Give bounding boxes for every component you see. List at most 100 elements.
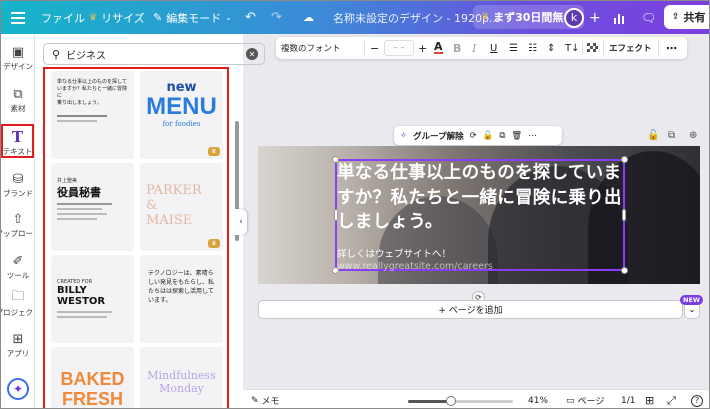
lock-icon[interactable]: 🔓	[483, 131, 494, 141]
rail-item-text[interactable]: T テキスト	[1, 124, 34, 158]
template-card[interactable]: 単なる仕事以上のものを探して いますか？私たちと一緒に冒険に 乗り出しましょう。	[51, 71, 134, 159]
text-icon: T	[11, 128, 24, 146]
file-menu-button[interactable]: ファイル	[41, 1, 85, 34]
template-card[interactable]: 井上聖美 役員秘書	[51, 163, 134, 251]
resize-handle[interactable]	[621, 267, 628, 274]
spacing-icon[interactable]: ⇕	[547, 37, 555, 59]
undo-icon[interactable]: ↶	[245, 1, 256, 34]
font-select[interactable]: 複数のフォント	[281, 37, 361, 59]
avatar-button[interactable]: k	[564, 1, 584, 34]
template-grid: 単なる仕事以上のものを探して いますか？私たちと一緒に冒険に 乗り出しましょう。…	[43, 67, 229, 408]
rail-item-upload[interactable]: ⇧ アップロード	[1, 211, 41, 239]
template-card[interactable]: PARKER & MAISE ♛	[140, 163, 223, 251]
rail-item-design[interactable]: ▣ デザイン	[1, 45, 35, 72]
apps-icon: ⊞	[12, 331, 24, 347]
more-options-icon[interactable]: ⋯	[666, 37, 677, 59]
more-options-icon[interactable]: ⋯	[528, 131, 537, 141]
font-size-increase-button[interactable]: +	[418, 37, 427, 59]
notes-button[interactable]: ✎ メモ	[251, 390, 280, 408]
template-text: 単なる仕事以上のものを探して いますか？私たちと一緒に冒険に 乗り出しましょう。	[57, 79, 128, 106]
canvas-headline[interactable]: 単なる仕事以上のものを探していますか？私たちと一緒に冒険に乗り出しましょう。	[337, 161, 627, 235]
brand-icon: ⛁	[12, 171, 24, 187]
font-size-decrease-button[interactable]: −	[370, 37, 379, 59]
rail-item-tools[interactable]: ✐ ツール	[1, 254, 35, 281]
refresh-icon[interactable]: ⟳	[470, 131, 477, 141]
help-icon[interactable]: ?	[691, 390, 703, 408]
upload-icon: ⇧	[12, 211, 24, 227]
chevron-down-icon: ⌄	[225, 13, 232, 22]
crown-icon: ♛	[208, 147, 220, 156]
grid-view-icon[interactable]: ⊞	[645, 390, 654, 408]
rail-item-elements[interactable]: ⧉ 素材	[1, 87, 35, 114]
template-text: BILLY WESTOR	[57, 285, 106, 307]
bold-icon[interactable]: B	[453, 37, 461, 59]
underline-icon[interactable]: U	[490, 37, 497, 59]
vertical-text-icon[interactable]: T↓	[565, 37, 580, 59]
fullscreen-icon[interactable]: ⤢	[667, 390, 676, 408]
magic-sparkle-icon[interactable]: ✦	[7, 378, 29, 400]
resize-label: リサイズ	[101, 11, 145, 25]
effects-button[interactable]: エフェクト	[609, 37, 652, 59]
menu-icon[interactable]	[7, 1, 29, 34]
pages-icon: ▭	[566, 395, 575, 406]
page-count: 1/1	[621, 395, 636, 406]
text-color-icon[interactable]: A	[434, 40, 443, 54]
file-menu-label: ファイル	[41, 11, 85, 25]
new-badge: NEW	[680, 295, 704, 305]
rail-item-apps[interactable]: ⊞ アプリ	[1, 332, 35, 359]
zoom-slider-fill	[408, 400, 452, 403]
crown-icon: ♛	[89, 12, 98, 23]
share-icon: ⇪	[672, 12, 680, 22]
template-card[interactable]: BAKED FRESH	[51, 347, 134, 408]
crown-icon: ♛	[481, 12, 490, 22]
page-lock-icon[interactable]: 🔓	[647, 130, 659, 141]
page-duplicate-icon[interactable]: ⧉	[668, 130, 675, 141]
list-icon[interactable]: ☷	[528, 37, 537, 59]
search-icon: ⚲	[52, 47, 61, 61]
delete-icon[interactable]: 🗑	[511, 131, 522, 141]
transparency-icon[interactable]	[587, 37, 598, 59]
zoom-slider[interactable]	[408, 396, 513, 406]
canvas-url[interactable]: www.reallygreatsite.com/careers	[337, 261, 493, 272]
add-page-button[interactable]: + ページを追加	[258, 300, 683, 319]
comment-icon[interactable]: 🗨	[641, 1, 656, 34]
zoom-slider-handle[interactable]	[446, 396, 457, 406]
notes-icon: ✎	[251, 395, 259, 406]
analytics-icon[interactable]	[613, 1, 625, 34]
rail-item-label: デザイン	[3, 62, 33, 71]
pages-button[interactable]: ▭ ページ	[566, 390, 604, 408]
italic-icon[interactable]: I	[472, 37, 476, 59]
canvas-subline[interactable]: 詳しくはウェブサイトへ！	[337, 246, 451, 260]
zoom-level[interactable]: 41%	[528, 390, 548, 408]
ungroup-button[interactable]: グループ解除	[413, 130, 464, 142]
align-left-icon[interactable]: ☰	[509, 37, 518, 59]
template-text: for foodies	[162, 120, 201, 128]
search-field[interactable]: ⚲ ビジネス ✕	[43, 43, 265, 65]
edit-mode-button[interactable]: ✎ 編集モード ⌄	[153, 1, 232, 34]
share-button[interactable]: ⇪ 共有	[664, 5, 709, 29]
magic-edit-icon[interactable]: ✧	[400, 131, 407, 141]
redo-icon[interactable]: ↷	[271, 1, 282, 34]
duplicate-icon[interactable]: ⧉	[499, 131, 505, 141]
font-size-input[interactable]: – –	[384, 40, 414, 56]
left-rail: ▣ デザイン ⧉ 素材 T テキスト ⛁ ブランド ⇧ アップロード ✐ ツール…	[1, 34, 41, 408]
page-add-icon[interactable]: ⊕	[689, 130, 697, 141]
template-text: Mindfulness Monday	[147, 369, 216, 395]
resize-button[interactable]: ♛ リサイズ	[89, 1, 145, 34]
template-card[interactable]: Mindfulness Monday	[140, 347, 223, 408]
rail-item-label: アプリ	[6, 349, 30, 358]
pencil-icon: ✎	[153, 11, 163, 24]
clear-icon[interactable]: ✕	[246, 48, 258, 60]
edit-mode-label: 編集モード	[166, 11, 222, 25]
template-card[interactable]: new MENU for foodies ♛	[140, 71, 223, 159]
rail-item-brand[interactable]: ⛁ ブランド	[1, 172, 35, 199]
rail-item-projects[interactable]: 🗀 プロジェクト	[1, 289, 41, 318]
template-card[interactable]: CREATED FOR BILLY WESTOR	[51, 255, 134, 343]
collapse-panel-icon[interactable]: ‹	[235, 209, 247, 235]
add-collaborator-icon[interactable]: +	[589, 1, 601, 34]
shapes-icon: ⧉	[13, 86, 23, 102]
search-input[interactable]: ビジネス	[66, 47, 106, 62]
template-card[interactable]: テクノロジーは、素晴らしい発見をもたらし、私たちはは探索し活用しています。	[140, 255, 223, 343]
template-text: 井上聖美	[57, 178, 78, 184]
cloud-save-icon[interactable]: ☁	[303, 1, 314, 34]
